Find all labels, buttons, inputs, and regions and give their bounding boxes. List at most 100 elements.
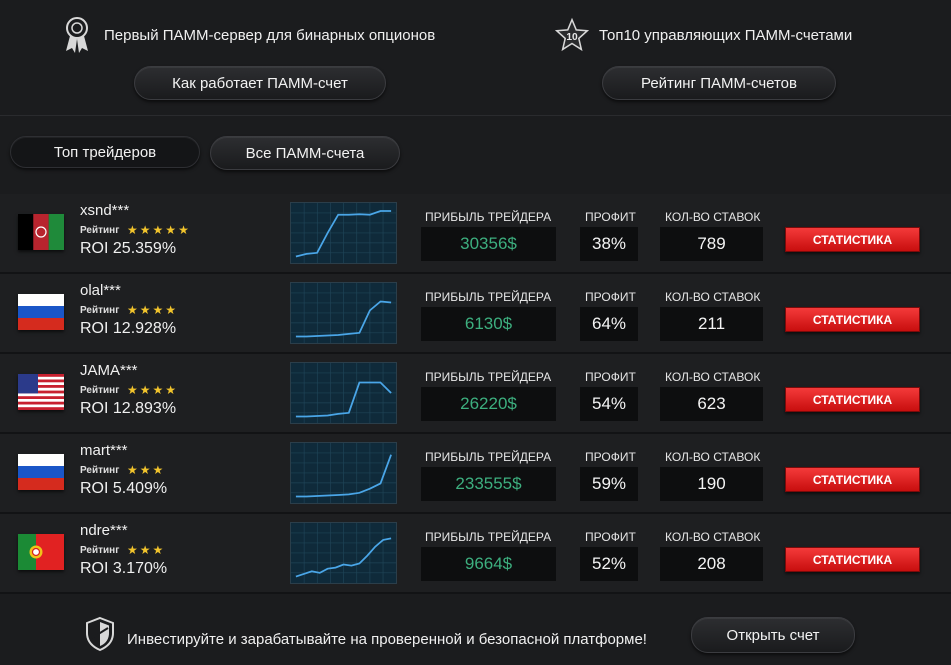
profit-sparkline	[290, 362, 397, 424]
bets-count-label: КОЛ-ВО СТАВОК	[665, 530, 761, 544]
profit-pct-label: ПРОФИТ	[585, 530, 636, 544]
promo-text-left: Первый ПАММ-сервер для бинарных опционов	[104, 26, 436, 44]
star-icon: ★	[152, 463, 166, 477]
profit-pct-value: 52%	[580, 547, 638, 581]
bets-count-label: КОЛ-ВО СТАВОК	[665, 450, 761, 464]
star-icon: ★	[127, 303, 140, 317]
trader-roi: ROI 25.359%	[80, 240, 177, 257]
footer: Инвестируйте и зарабатывайте на проверен…	[0, 600, 951, 665]
bets-count-value: 623	[660, 387, 763, 421]
footer-text: Инвестируйте и зарабатывайте на проверен…	[127, 631, 647, 648]
rating-stars: ★★★	[127, 543, 165, 557]
star-icon: ★	[127, 543, 140, 557]
flag-usa-icon	[18, 374, 64, 410]
trader-name: JAMA***	[80, 362, 138, 379]
bets-count-value: 208	[660, 547, 763, 581]
star-icon: ★	[127, 463, 140, 477]
profit-pct-label: ПРОФИТ	[585, 210, 636, 224]
trader-row: mart*** Рейтинг ★★★ ROI 5.409% ПРИБЫЛЬ Т…	[0, 434, 951, 514]
bets-count-label: КОЛ-ВО СТАВОК	[665, 370, 761, 384]
statistics-button[interactable]: СТАТИСТИКА	[785, 467, 920, 492]
tab-all-accounts[interactable]: Все ПАММ-счета	[210, 136, 400, 170]
trader-profit-value: 9664$	[421, 547, 556, 581]
flag-russia-icon	[18, 454, 64, 490]
pamm-rating-button[interactable]: Рейтинг ПАММ-счетов	[602, 66, 836, 100]
trader-profit-value: 6130$	[421, 307, 556, 341]
rating-label: Рейтинг	[80, 305, 120, 316]
star-icon: ★	[127, 223, 140, 237]
traders-list: xsnd*** Рейтинг ★★★★★ ROI 25.359% ПРИБЫЛ…	[0, 194, 951, 594]
star-icon: ★	[139, 543, 153, 557]
rating-label: Рейтинг	[80, 545, 120, 556]
profit-pct-value: 38%	[580, 227, 638, 261]
profit-sparkline	[290, 442, 397, 504]
profit-sparkline	[290, 522, 397, 584]
star-icon: ★	[139, 383, 153, 397]
statistics-button[interactable]: СТАТИСТИКА	[785, 227, 920, 252]
profit-pct-value: 64%	[580, 307, 638, 341]
open-account-button[interactable]: Открыть счет	[691, 617, 855, 653]
rating-label: Рейтинг	[80, 225, 120, 236]
trader-row: JAMA*** Рейтинг ★★★★ ROI 12.893% ПРИБЫЛЬ…	[0, 354, 951, 434]
star-icon: ★	[139, 463, 153, 477]
star-icon: ★	[152, 543, 166, 557]
profit-sparkline	[290, 202, 397, 264]
tab-top-traders[interactable]: Топ трейдеров	[10, 136, 200, 168]
trader-profit-label: ПРИБЫЛЬ ТРЕЙДЕРА	[425, 210, 552, 224]
star-icon: ★	[165, 303, 179, 317]
bets-count-value: 789	[660, 227, 763, 261]
star-icon: ★	[127, 383, 140, 397]
flag-russia-icon	[18, 294, 64, 330]
promo-right: 10 Топ10 управляющих ПАММ-счетами	[555, 10, 895, 60]
trader-profit-label: ПРИБЫЛЬ ТРЕЙДЕРА	[425, 290, 552, 304]
trader-roi: ROI 12.928%	[80, 320, 177, 337]
trader-profit-label: ПРИБЫЛЬ ТРЕЙДЕРА	[425, 370, 552, 384]
statistics-button[interactable]: СТАТИСТИКА	[785, 547, 920, 572]
star-icon: ★	[139, 303, 153, 317]
promo-left: Первый ПАММ-сервер для бинарных опционов	[60, 10, 480, 60]
trader-row: olal*** Рейтинг ★★★★ ROI 12.928% ПРИБЫЛЬ…	[0, 274, 951, 354]
trader-name: mart***	[80, 442, 128, 459]
flag-portugal-icon	[18, 534, 64, 570]
trader-row: xsnd*** Рейтинг ★★★★★ ROI 25.359% ПРИБЫЛ…	[0, 194, 951, 274]
star-icon: ★	[152, 223, 166, 237]
rating-label: Рейтинг	[80, 465, 120, 476]
profit-pct-value: 54%	[580, 387, 638, 421]
profit-pct-value: 59%	[580, 467, 638, 501]
trader-profit-value: 233555$	[421, 467, 556, 501]
flag-afghanistan-icon	[18, 214, 64, 250]
trader-roi: ROI 12.893%	[80, 400, 177, 417]
star-icon: ★	[165, 223, 179, 237]
rating-stars: ★★★★	[127, 303, 178, 317]
rating-stars: ★★★	[127, 463, 165, 477]
star-icon: ★	[165, 383, 179, 397]
trader-name: olal***	[80, 282, 121, 299]
star-icon: ★	[139, 223, 153, 237]
bets-count-value: 190	[660, 467, 763, 501]
trader-profit-label: ПРИБЫЛЬ ТРЕЙДЕРА	[425, 450, 552, 464]
profit-pct-label: ПРОФИТ	[585, 370, 636, 384]
medal-icon	[60, 15, 94, 55]
statistics-button[interactable]: СТАТИСТИКА	[785, 307, 920, 332]
statistics-button[interactable]: СТАТИСТИКА	[785, 387, 920, 412]
rating-stars: ★★★★★	[127, 223, 191, 237]
badge-number: 10	[566, 32, 578, 43]
trader-profit-value: 30356$	[421, 227, 556, 261]
profit-pct-label: ПРОФИТ	[585, 450, 636, 464]
star-badge-icon: 10	[555, 15, 589, 55]
bets-count-value: 211	[660, 307, 763, 341]
trader-name: xsnd***	[80, 202, 130, 219]
rating-stars: ★★★★	[127, 383, 178, 397]
trader-name: ndre***	[80, 522, 128, 539]
profit-sparkline	[290, 282, 397, 344]
trader-profit-value: 26220$	[421, 387, 556, 421]
trader-roi: ROI 5.409%	[80, 480, 168, 497]
trader-profit-label: ПРИБЫЛЬ ТРЕЙДЕРА	[425, 530, 552, 544]
how-pamm-works-button[interactable]: Как работает ПАММ-счет	[134, 66, 386, 100]
star-icon: ★	[152, 303, 166, 317]
profit-pct-label: ПРОФИТ	[585, 290, 636, 304]
bets-count-label: КОЛ-ВО СТАВОК	[665, 290, 761, 304]
trader-row: ndre*** Рейтинг ★★★ ROI 3.170% ПРИБЫЛЬ Т…	[0, 514, 951, 594]
trader-roi: ROI 3.170%	[80, 560, 168, 577]
shield-icon	[84, 616, 116, 652]
